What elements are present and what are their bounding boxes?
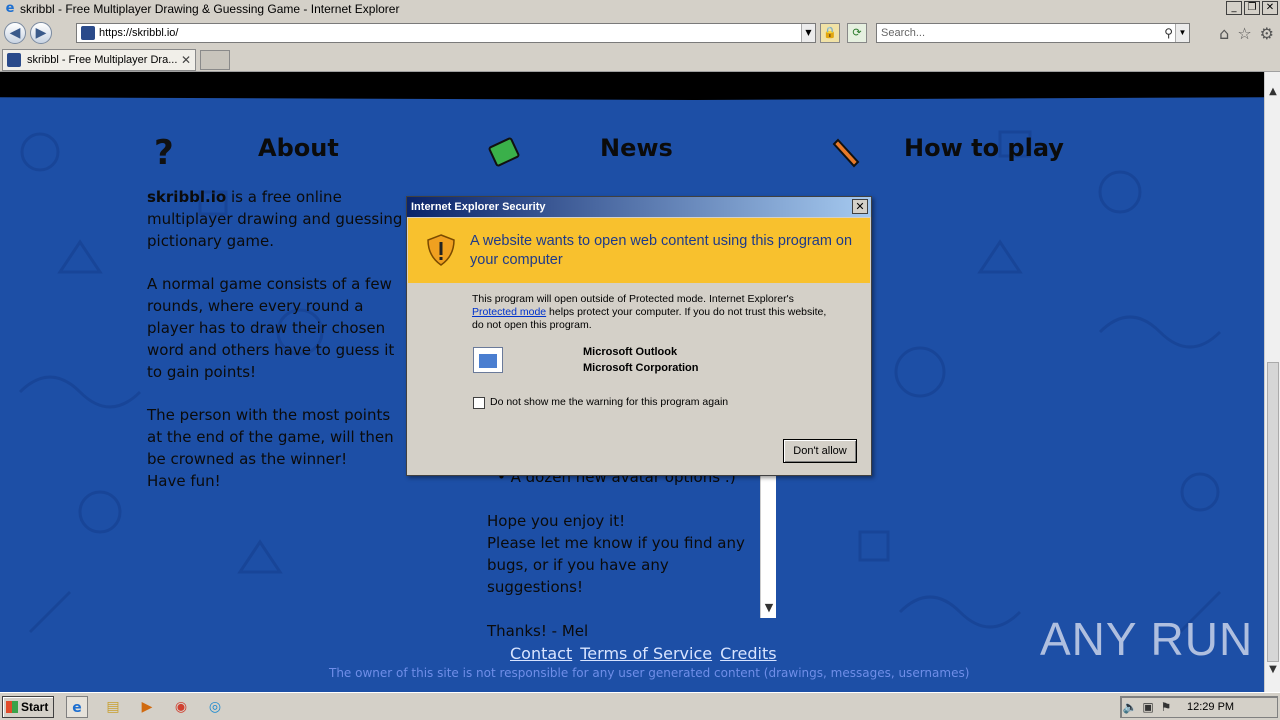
dont-show-label[interactable]: Do not show me the warning for this prog… — [490, 396, 728, 408]
dont-allow-button[interactable]: Don't allow — [783, 439, 857, 463]
close-window-button[interactable]: ✕ — [1262, 1, 1278, 15]
contact-link[interactable]: Contact — [510, 644, 572, 663]
windows-flag-icon — [6, 701, 18, 713]
navigation-bar: ◀ ▶ https://skribbl.io/ ▼ 🔒 ⟳ Search... … — [0, 18, 1280, 48]
news-title: News — [600, 134, 673, 162]
system-tray: 🔈 ▣ ⚑ 12:29 PM — [1120, 696, 1278, 718]
question-mark-icon: ? — [154, 133, 174, 168]
security-dialog: Internet Explorer Security ✕ A website w… — [406, 196, 872, 476]
new-tab-button[interactable] — [200, 50, 230, 70]
program-icon — [473, 347, 503, 373]
dialog-title: Internet Explorer Security — [407, 197, 871, 217]
dont-show-checkbox[interactable] — [473, 397, 485, 409]
scroll-down-icon[interactable]: ▼ — [1265, 662, 1280, 678]
dialog-heading: A website wants to open web content usin… — [470, 233, 853, 268]
news-thanks: Thanks! - Mel — [487, 622, 589, 640]
explorer-folder-icon[interactable]: ▤ — [102, 696, 124, 718]
flag-notification-icon[interactable]: ⚑ — [1157, 700, 1175, 714]
search-input[interactable]: Search... ⚲ ▼ — [876, 23, 1190, 43]
warning-banner: A website wants to open web content usin… — [408, 218, 870, 283]
terms-link[interactable]: Terms of Service — [580, 644, 712, 663]
credits-link[interactable]: Credits — [720, 644, 776, 663]
news-content: • A dozen new avatar options :) Hope you… — [487, 466, 757, 642]
anyrun-watermark: ANY RUN — [1040, 612, 1253, 666]
shield-warning-icon — [427, 234, 455, 266]
top-band — [0, 72, 1264, 100]
site-favicon-icon — [81, 26, 95, 40]
search-icon[interactable]: ⚲ — [1164, 24, 1173, 42]
clock: 12:29 PM — [1187, 701, 1235, 713]
ie-logo-icon: e — [5, 1, 15, 16]
taskbar: Start e ▤ ▶ ◉ ◎ 🔈 ▣ ⚑ 12:29 PM — [0, 692, 1280, 720]
toolbar-icons: ⌂ ☆ ⚙ — [1219, 24, 1274, 43]
favorites-star-icon[interactable]: ☆ — [1237, 24, 1251, 43]
ie-taskbar-icon[interactable]: e — [66, 696, 88, 718]
news-scroll-down-icon[interactable]: ▼ — [761, 600, 777, 616]
refresh-button[interactable]: ⟳ — [847, 23, 867, 43]
restore-button[interactable]: ❐ — [1244, 1, 1260, 15]
tab-label: skribbl - Free Multiplayer Dra... — [27, 54, 178, 66]
news-scrollbar[interactable]: ▼ — [760, 472, 776, 618]
scroll-thumb[interactable] — [1267, 362, 1279, 662]
svg-text:?: ? — [154, 133, 174, 168]
back-button[interactable]: ◀ — [4, 22, 26, 44]
watermark-text: ANY RUN — [1040, 613, 1254, 665]
dialog-body: This program will open outside of Protec… — [472, 293, 827, 331]
start-button[interactable]: Start — [2, 696, 54, 718]
window-titlebar: e skribbl - Free Multiplayer Drawing & G… — [0, 0, 1280, 18]
address-url: https://skribbl.io/ — [99, 27, 179, 39]
about-paragraph-4: Have fun! — [147, 472, 221, 490]
program-info: Microsoft Outlook Microsoft Corporation — [583, 344, 699, 376]
window-title: skribbl - Free Multiplayer Drawing & Gue… — [20, 2, 400, 16]
news-enjoy: Hope you enjoy it! — [487, 512, 626, 530]
about-paragraph-3: The person with the most points at the e… — [147, 406, 394, 468]
tab-close-icon[interactable]: ✕ — [181, 53, 191, 67]
volume-icon[interactable]: 🔈 — [1121, 700, 1139, 714]
home-icon[interactable]: ⌂ — [1219, 24, 1229, 43]
tab-row: skribbl - Free Multiplayer Dra... ✕ — [0, 48, 1280, 72]
settings-gear-icon[interactable]: ⚙ — [1260, 24, 1274, 43]
forward-button[interactable]: ▶ — [30, 22, 52, 44]
tab-favicon-icon — [7, 53, 21, 67]
news-feedback: Please let me know if you find any bugs,… — [487, 534, 745, 596]
minimize-button[interactable]: _ — [1226, 1, 1242, 15]
lock-icon[interactable]: 🔒 — [820, 23, 840, 43]
network-icon[interactable]: ▣ — [1139, 700, 1157, 714]
chrome-icon[interactable]: ◉ — [170, 696, 192, 718]
about-paragraph-1: skribbl.io is a free online multiplayer … — [147, 188, 403, 250]
footer-links: Contact Terms of Service Credits — [510, 644, 777, 663]
program-name: Microsoft Outlook — [583, 346, 678, 358]
protected-mode-link[interactable]: Protected mode — [472, 306, 546, 318]
address-bar[interactable]: https://skribbl.io/ ▼ — [76, 23, 816, 43]
footer-disclaimer: The owner of this site is not responsibl… — [329, 666, 970, 680]
edge-icon[interactable]: ◎ — [204, 696, 226, 718]
news-book-icon — [488, 137, 520, 167]
address-dropdown-icon[interactable]: ▼ — [801, 24, 815, 42]
about-paragraph-2: A normal game consists of a few rounds, … — [147, 275, 395, 381]
search-dropdown-icon[interactable]: ▼ — [1175, 24, 1189, 42]
program-publisher: Microsoft Corporation — [583, 362, 699, 374]
howto-title: How to play — [904, 134, 1064, 162]
about-text: skribbl.io is a free online multiplayer … — [147, 186, 409, 492]
scroll-up-icon[interactable]: ▲ — [1265, 84, 1280, 100]
media-player-icon[interactable]: ▶ — [136, 696, 158, 718]
tab-skribbl[interactable]: skribbl - Free Multiplayer Dra... ✕ — [2, 49, 196, 71]
pencil-icon — [832, 138, 860, 168]
page-scrollbar[interactable]: ▲ ▼ — [1264, 72, 1280, 692]
search-placeholder: Search... — [881, 27, 926, 39]
window-controls: _ ❐ ✕ — [1226, 1, 1278, 15]
dialog-close-button[interactable]: ✕ — [852, 199, 868, 214]
about-title: About — [258, 134, 339, 162]
